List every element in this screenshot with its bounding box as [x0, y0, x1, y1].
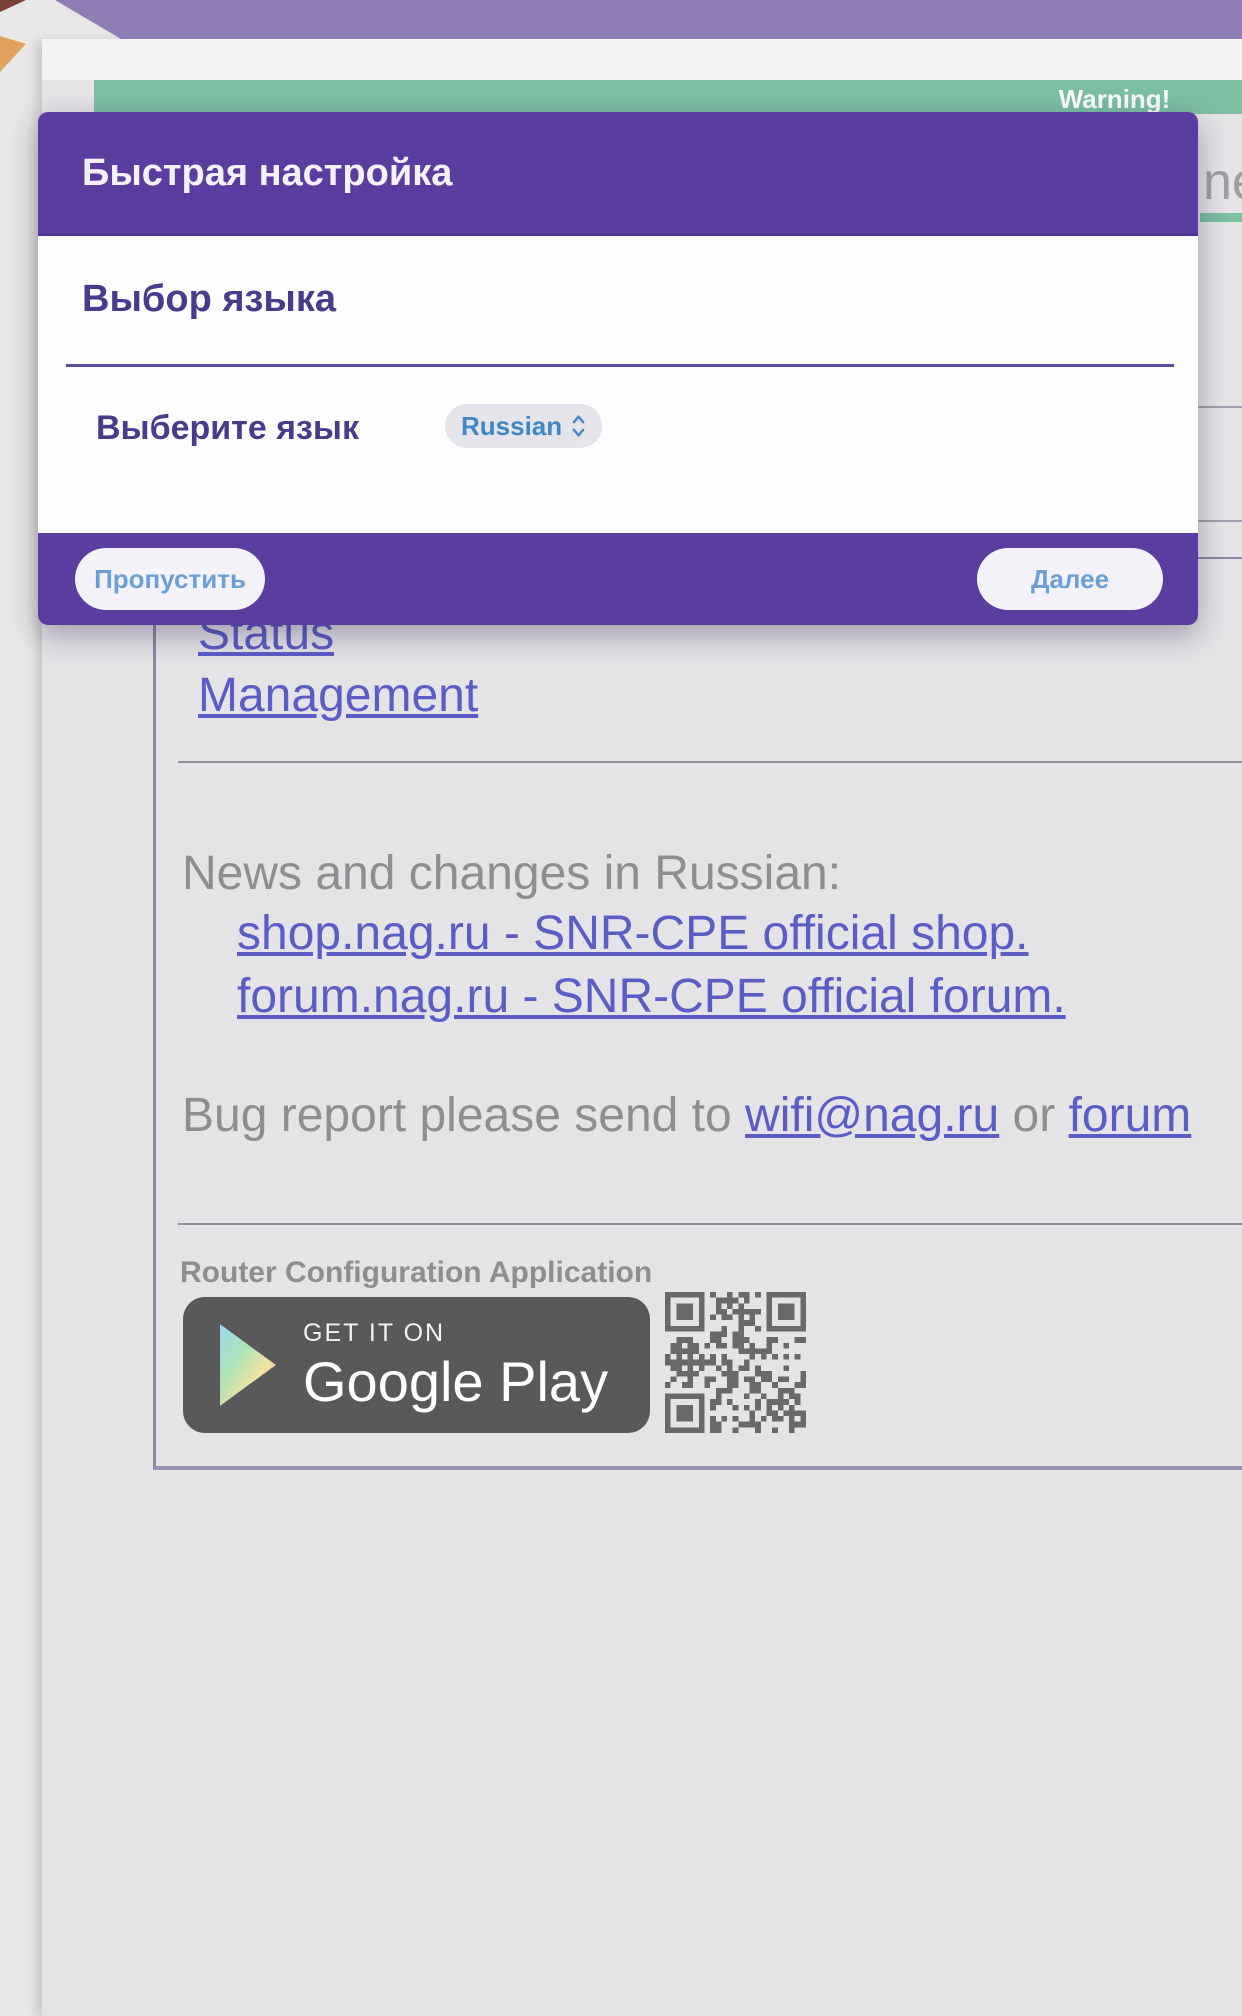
quick-setup-modal: Быстрая настройка Выбор языка Выберите я…	[38, 112, 1198, 625]
modal-footer: Пропустить Далее	[38, 533, 1198, 625]
link-forum-word[interactable]: forum	[1069, 1089, 1192, 1142]
warning-label: Warning!	[1032, 84, 1197, 115]
page-top-band	[42, 39, 1242, 80]
corner-maroon-decor	[0, 0, 26, 12]
language-select[interactable]: Russian	[445, 404, 602, 448]
next-button[interactable]: Далее	[977, 548, 1163, 610]
screen: Warning! ne Status Management News and c…	[0, 0, 1242, 2016]
google-play-badge-text: GET IT ON Google Play	[303, 1321, 608, 1410]
app-caption: Router Configuration Application	[180, 1256, 652, 1290]
separator	[178, 1223, 1242, 1225]
modal-section-divider	[66, 364, 1174, 367]
badge-google-play: Google Play	[303, 1354, 608, 1410]
badge-get-it-on: GET IT ON	[303, 1321, 608, 1346]
corner-orange-decor	[0, 36, 26, 72]
link-forum-nag-ru[interactable]: forum.nag.ru - SNR-CPE official forum.	[237, 969, 1066, 1024]
separator	[178, 761, 1242, 763]
language-field-label: Выберите язык	[96, 406, 359, 450]
bug-report-line: Bug report please send to wifi@nag.ru or…	[182, 1088, 1191, 1143]
google-play-badge[interactable]: GET IT ON Google Play	[183, 1297, 650, 1433]
select-chevrons-icon	[571, 413, 586, 439]
status-bar	[0, 0, 1242, 39]
google-play-icon	[215, 1322, 281, 1408]
link-wifi-email[interactable]: wifi@nag.ru	[745, 1089, 999, 1142]
bug-report-conjunction: or	[999, 1089, 1068, 1142]
language-select-value: Russian	[461, 411, 562, 442]
page-heading-fragment: ne	[1203, 152, 1242, 212]
qr-code	[665, 1292, 806, 1433]
skip-button[interactable]: Пропустить	[75, 548, 265, 610]
bug-report-prefix: Bug report please send to	[182, 1089, 745, 1142]
modal-body: Выбор языка Выберите язык Russian	[38, 236, 1198, 533]
link-management[interactable]: Management	[198, 668, 478, 723]
modal-title: Быстрая настройка	[82, 152, 452, 195]
modal-header: Быстрая настройка	[38, 112, 1198, 236]
news-intro-text: News and changes in Russian:	[182, 846, 841, 901]
language-section-heading: Выбор языка	[82, 278, 336, 321]
heading-teal-underline	[1200, 213, 1242, 222]
link-shop-nag-ru[interactable]: shop.nag.ru - SNR-CPE official shop.	[237, 906, 1028, 961]
